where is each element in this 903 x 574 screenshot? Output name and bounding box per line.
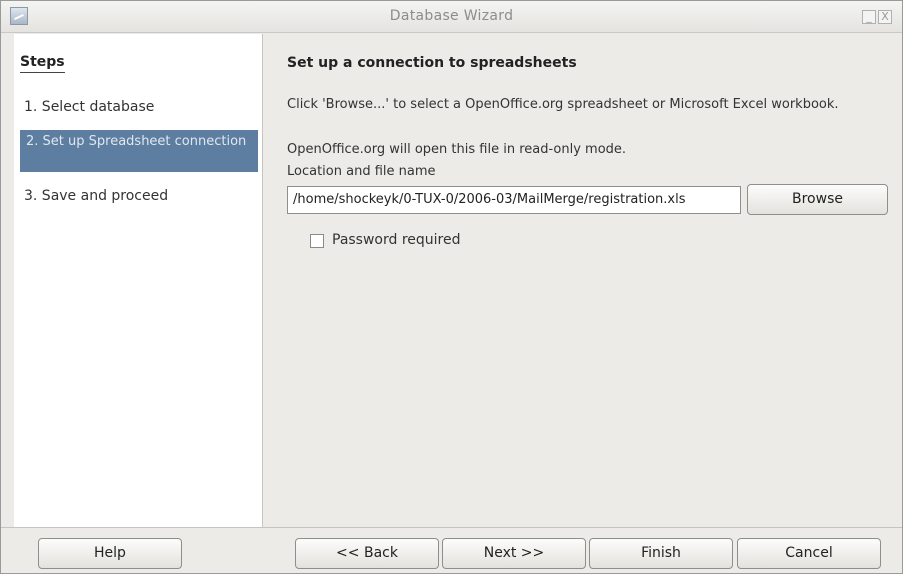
steps-heading: Steps — [20, 54, 65, 73]
finish-button[interactable]: Finish — [589, 538, 733, 569]
button-bar: Help << Back Next >> Finish Cancel — [1, 527, 902, 573]
cancel-button[interactable]: Cancel — [737, 538, 881, 569]
window-title: Database Wizard — [389, 8, 514, 24]
close-button[interactable]: X — [878, 10, 892, 24]
back-button[interactable]: << Back — [295, 538, 439, 569]
password-required-label[interactable]: Password required — [332, 232, 461, 248]
step-select-database[interactable]: 1. Select database — [20, 97, 258, 118]
step-set-up-spreadsheet-connection[interactable]: 2. Set up Spreadsheet connection — [20, 130, 258, 172]
location-label: Location and file name — [287, 164, 436, 179]
minimize-button[interactable]: _ — [862, 10, 876, 24]
password-required-checkbox[interactable] — [310, 234, 324, 248]
step-save-and-proceed[interactable]: 3. Save and proceed — [20, 186, 258, 207]
content-pane: Set up a connection to spreadsheets Clic… — [264, 34, 902, 527]
database-wizard-window: Database Wizard _ X Steps 1. Select data… — [0, 0, 903, 574]
help-button[interactable]: Help — [38, 538, 182, 569]
steps-pane: Steps 1. Select database 2. Set up Sprea… — [14, 34, 263, 527]
title-bar[interactable]: Database Wizard _ X — [1, 1, 902, 33]
next-button[interactable]: Next >> — [442, 538, 586, 569]
instruction-text: Click 'Browse...' to select a OpenOffice… — [287, 97, 839, 112]
read-only-note: OpenOffice.org will open this file in re… — [287, 142, 627, 157]
file-path-input[interactable]: /home/shockeyk/0-TUX-0/2006-03/MailMerge… — [287, 186, 741, 214]
page-title: Set up a connection to spreadsheets — [287, 55, 577, 71]
browse-button[interactable]: Browse — [747, 184, 888, 215]
